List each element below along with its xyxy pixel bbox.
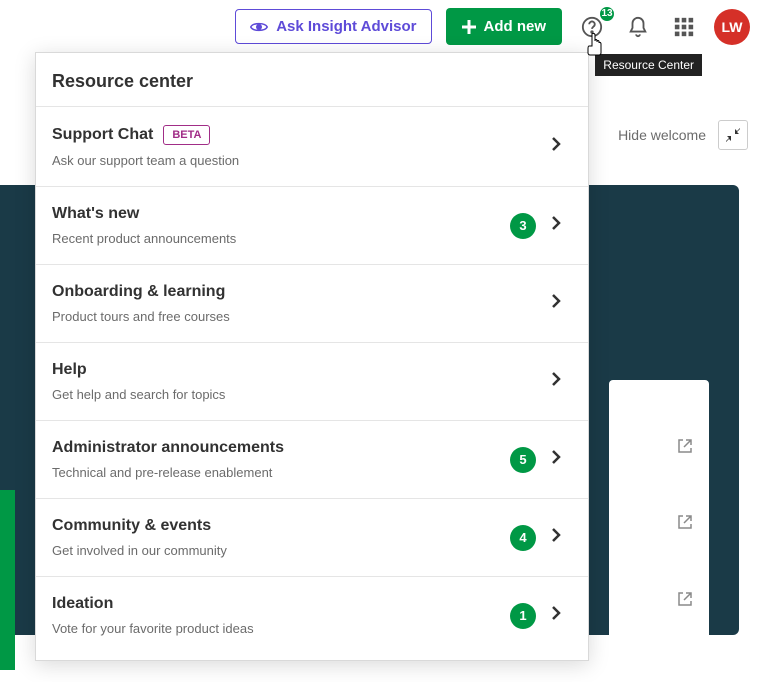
item-onboarding[interactable]: Onboarding & learning Product tours and … xyxy=(36,264,588,342)
item-title: Help xyxy=(52,361,536,379)
grid-icon xyxy=(673,16,695,38)
add-new-button[interactable]: Add new xyxy=(446,8,563,45)
plus-icon xyxy=(462,20,476,34)
hide-welcome-label[interactable]: Hide welcome xyxy=(618,127,706,143)
item-title: Onboarding & learning xyxy=(52,283,536,301)
panel-body[interactable]: Support Chat BETA Ask our support team a… xyxy=(36,106,588,660)
avatar[interactable]: LW xyxy=(714,9,750,45)
external-link-icon xyxy=(677,514,693,530)
topbar: Ask Insight Advisor Add new 13 LW xyxy=(0,0,762,53)
item-whats-new[interactable]: What's new Recent product announcements … xyxy=(36,186,588,264)
item-text: Support Chat BETA Ask our support team a… xyxy=(52,125,536,168)
item-text: Onboarding & learning Product tours and … xyxy=(52,283,536,324)
notifications-button[interactable] xyxy=(622,11,654,43)
chevron-right-icon xyxy=(548,527,564,548)
item-desc: Get help and search for topics xyxy=(52,387,536,402)
external-link-icon xyxy=(677,438,693,454)
item-text: Community & events Get involved in our c… xyxy=(52,517,498,558)
item-desc: Ask our support team a question xyxy=(52,153,536,168)
panel-title: Resource center xyxy=(36,53,588,106)
count-badge: 1 xyxy=(510,603,536,629)
item-admin-announcements[interactable]: Administrator announcements Technical an… xyxy=(36,420,588,498)
eye-icon xyxy=(250,20,268,34)
item-desc: Vote for your favorite product ideas xyxy=(52,621,498,636)
help-badge: 13 xyxy=(598,5,616,23)
resource-center-panel: Resource center Support Chat BETA Ask ou… xyxy=(35,52,589,661)
chevron-right-icon xyxy=(548,605,564,626)
item-desc: Get involved in our community xyxy=(52,543,498,558)
bell-icon xyxy=(627,16,649,38)
collapse-button[interactable] xyxy=(718,120,748,150)
item-text: Ideation Vote for your favorite product … xyxy=(52,595,498,636)
item-title: Ideation xyxy=(52,595,498,613)
chevron-right-icon xyxy=(548,293,564,314)
help-button[interactable]: 13 xyxy=(576,11,608,43)
item-text: Administrator announcements Technical an… xyxy=(52,439,498,480)
item-text: Help Get help and search for topics xyxy=(52,361,536,402)
item-community[interactable]: Community & events Get involved in our c… xyxy=(36,498,588,576)
chevron-right-icon xyxy=(548,136,564,157)
item-help[interactable]: Help Get help and search for topics xyxy=(36,342,588,420)
item-support-chat[interactable]: Support Chat BETA Ask our support team a… xyxy=(36,106,588,186)
item-title: Administrator announcements xyxy=(52,439,498,457)
external-link-2[interactable] xyxy=(677,514,693,535)
external-link-3[interactable] xyxy=(677,591,693,612)
item-ideation[interactable]: Ideation Vote for your favorite product … xyxy=(36,576,588,654)
background-card xyxy=(609,380,709,670)
item-title: What's new xyxy=(52,205,498,223)
item-title: Support Chat xyxy=(52,126,153,144)
ask-insight-advisor-button[interactable]: Ask Insight Advisor xyxy=(235,9,431,44)
chevron-right-icon xyxy=(548,371,564,392)
item-desc: Technical and pre-release enablement xyxy=(52,465,498,480)
apps-button[interactable] xyxy=(668,11,700,43)
add-label: Add new xyxy=(484,18,547,35)
count-badge: 3 xyxy=(510,213,536,239)
item-text: What's new Recent product announcements xyxy=(52,205,498,246)
ask-label: Ask Insight Advisor xyxy=(276,18,416,35)
count-badge: 5 xyxy=(510,447,536,473)
item-desc: Recent product announcements xyxy=(52,231,498,246)
external-link-1[interactable] xyxy=(677,438,693,459)
tooltip: Resource Center xyxy=(595,54,702,76)
item-title: Community & events xyxy=(52,517,498,535)
welcome-bar: Hide welcome xyxy=(604,110,762,160)
count-badge: 4 xyxy=(510,525,536,551)
external-link-icon xyxy=(677,591,693,607)
chevron-right-icon xyxy=(548,215,564,236)
avatar-initials: LW xyxy=(722,19,743,35)
item-desc: Product tours and free courses xyxy=(52,309,536,324)
beta-badge: BETA xyxy=(163,125,210,145)
collapse-icon xyxy=(726,128,740,142)
background-green-strip xyxy=(0,490,15,670)
chevron-right-icon xyxy=(548,449,564,470)
